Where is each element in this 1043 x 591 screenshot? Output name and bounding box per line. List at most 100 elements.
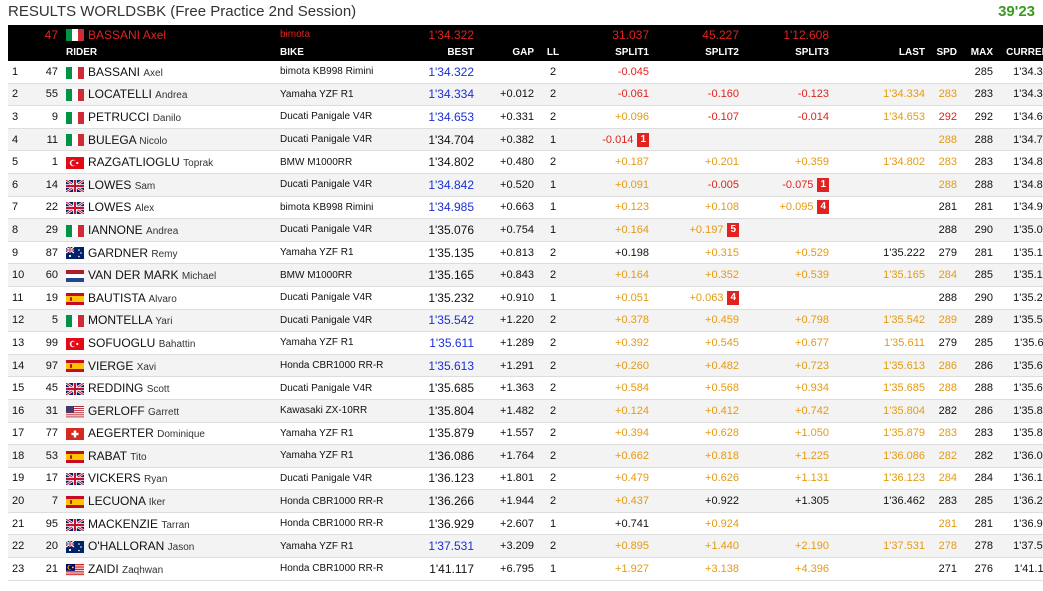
row-split3: -0.075 1 <box>743 173 833 197</box>
row-gap: +0.843 <box>478 263 538 287</box>
row-split2: +0.459 <box>653 309 743 333</box>
flag-ita-icon <box>66 66 84 79</box>
row-split2: -0.005 <box>653 173 743 197</box>
session-timer: 39'23 <box>998 3 1035 20</box>
row-number: 87 <box>30 241 62 265</box>
rider-last-name: MONTELLA <box>88 313 153 328</box>
row-last: 1'35.542 <box>833 309 929 333</box>
row-bike: Honda CBR1000 RR-R <box>276 489 398 513</box>
row-gap: +1.557 <box>478 422 538 446</box>
row-split1: +0.164 <box>568 263 653 287</box>
row-split3: +0.529 <box>743 241 833 265</box>
row-current: 1'35.542 <box>997 309 1043 333</box>
row-last: 1'34.334 <box>833 83 929 107</box>
row-split3: -0.014 <box>743 105 833 129</box>
row-gap: +0.382 <box>478 128 538 152</box>
row-split3: +0.723 <box>743 354 833 378</box>
row-number: 97 <box>30 354 62 378</box>
row-split2: +0.063 4 <box>653 286 743 310</box>
rider-first-name: Sam <box>134 180 156 192</box>
row-ll: 1 <box>538 557 568 581</box>
row-bike: Ducati Panigale V4R <box>276 128 398 152</box>
flag-tur-icon <box>66 337 84 350</box>
row-split2: +0.628 <box>653 422 743 446</box>
row-rider: MACKENZIE Tarran <box>62 512 276 536</box>
row-position: 23 <box>8 557 30 581</box>
row-gap: +1.220 <box>478 309 538 333</box>
table-row: 19 17 VICKERS Ryan Ducati Panigale V4R 1'36.… <box>8 467 1043 491</box>
leader-bike: bimota <box>276 25 398 44</box>
row-max: 286 <box>961 399 997 423</box>
row-speed: 278 <box>929 534 961 559</box>
row-max: 283 <box>961 150 997 174</box>
row-ll: 2 <box>538 241 568 265</box>
flag-esp-icon <box>66 292 84 305</box>
rider-last-name: O'HALLORAN <box>88 539 165 554</box>
row-max: 286 <box>961 354 997 378</box>
table-row: 12 5 MONTELLA Yari Ducati Panigale V4R 1'35.… <box>8 309 1043 333</box>
row-best: 1'35.165 <box>398 263 478 287</box>
row-best: 1'36.266 <box>398 489 478 513</box>
rider-last-name: VAN DER MARK <box>88 268 179 283</box>
table-row: 13 99 SOFUOGLU Bahattin Yamaha YZF R1 1'35.6… <box>8 331 1043 355</box>
row-ll: 2 <box>538 150 568 174</box>
page-title: RESULTS WORLDSBK (Free Practice 2nd Sess… <box>8 3 357 20</box>
row-current: 1'36.123 <box>997 467 1043 491</box>
row-number: 17 <box>30 467 62 491</box>
row-number: 21 <box>30 557 62 581</box>
row-bike: Ducati Panigale V4R <box>276 286 398 310</box>
rider-first-name: Dominique <box>157 429 205 441</box>
flag-gbr-icon <box>65 178 85 193</box>
row-speed: 282 <box>929 444 961 468</box>
row-split1: -0.045 <box>568 61 653 84</box>
row-last <box>833 218 929 242</box>
split-badge: 1 <box>637 132 649 147</box>
row-best: 1'37.531 <box>398 534 478 559</box>
row-split1: -0.014 1 <box>568 128 653 152</box>
table-row: 8 29 IANNONE Andrea Ducati Panigale V4R 1'35… <box>8 218 1043 242</box>
row-position: 12 <box>8 309 30 333</box>
row-current: 1'35.685 <box>997 376 1043 400</box>
row-ll: 1 <box>538 286 568 310</box>
row-ll: 1 <box>538 218 568 242</box>
row-split2: +1.440 <box>653 534 743 559</box>
row-split2: +0.545 <box>653 331 743 355</box>
row-last: 1'36.462 <box>833 489 929 513</box>
row-position: 21 <box>8 512 30 536</box>
rider-first-name: Danilo <box>152 112 182 124</box>
row-split1: +0.164 <box>568 218 653 242</box>
row-max: 290 <box>961 286 997 310</box>
row-best: 1'35.613 <box>398 354 478 378</box>
row-split1: +0.394 <box>568 422 653 446</box>
row-gap: +0.754 <box>478 218 538 242</box>
flag-gbr-icon <box>65 517 85 532</box>
split-badge: 4 <box>817 200 829 215</box>
row-max: 285 <box>961 263 997 287</box>
table-row: 5 1 RAZGATLIOGLU Toprak BMW M1000RR 1'34.802… <box>8 150 1043 174</box>
table-row: 15 45 REDDING Scott Ducati Panigale V4R 1'35… <box>8 376 1043 400</box>
row-best: 1'34.802 <box>398 150 478 174</box>
row-split1: +0.260 <box>568 354 653 378</box>
row-ll: 2 <box>538 444 568 468</box>
row-best: 1'34.334 <box>398 83 478 107</box>
row-ll: 1 <box>538 173 568 197</box>
row-position: 14 <box>8 354 30 378</box>
row-max: 289 <box>961 309 997 333</box>
row-current: 1'34.653 <box>997 105 1043 129</box>
row-split3: +0.798 <box>743 309 833 333</box>
row-current: 1'35.076 <box>997 218 1043 242</box>
rider-last-name: BASSANI <box>88 64 141 79</box>
row-position: 19 <box>8 467 30 491</box>
row-position: 2 <box>8 83 30 107</box>
table-row: 21 95 MACKENZIE Tarran Honda CBR1000 RR-R 1'… <box>8 512 1043 536</box>
row-number: 22 <box>30 196 62 220</box>
row-bike: Honda CBR1000 RR-R <box>276 557 398 581</box>
flag-tur-icon <box>66 157 84 169</box>
results-app: RESULTS WORLDSBK (Free Practice 2nd Sess… <box>0 0 1043 591</box>
row-last: 1'35.613 <box>833 354 929 378</box>
row-rider: RABAT Tito <box>62 444 276 468</box>
header-current: CURRENT <box>997 44 1043 61</box>
table-row: 9 87 GARDNER Remy Yamaha YZF R1 1'35.135 +0.8… <box>8 241 1043 265</box>
table-row: 4 11 BULEGA Nicolo Ducati Panigale V4R 1'34.… <box>8 128 1043 152</box>
rider-first-name: Alvaro <box>148 293 177 305</box>
